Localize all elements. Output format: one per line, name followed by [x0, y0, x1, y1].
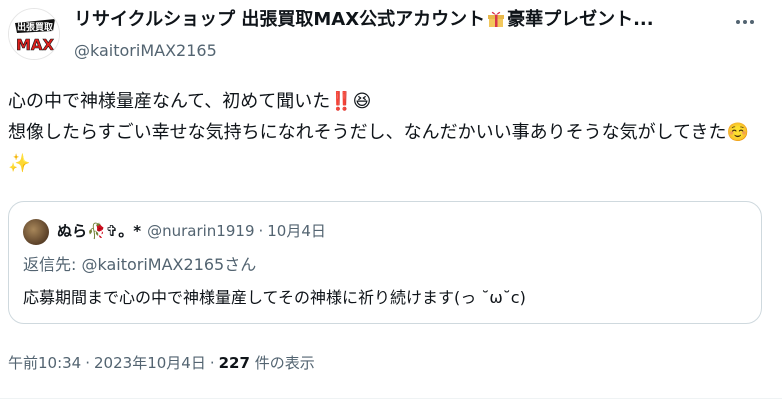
quote-handle[interactable]: @nurarin1919	[147, 222, 254, 240]
footer-separator: ·	[85, 354, 91, 372]
author-avatar[interactable]: 出張買取 MAX	[8, 8, 60, 60]
divider	[0, 398, 782, 399]
avatar-text: 出張買取	[17, 21, 54, 33]
gift-icon	[486, 8, 506, 35]
quote-separator: ·	[258, 222, 264, 240]
quote-header: ぬら🥀✞。* @nurarin1919 · 10月4日	[57, 219, 326, 243]
max-logo: 出張買取 MAX	[9, 9, 59, 59]
more-dot	[736, 20, 740, 24]
author-handle[interactable]: @kaitoriMAX2165	[74, 40, 714, 62]
tweet-date[interactable]: 2023年10月4日	[94, 354, 206, 372]
tweet-text: 心の中で神様量産なんて、初めて聞いた‼️😆 想像したらすごい幸せな気持ちになれそ…	[8, 91, 749, 174]
quote-text: 応募期間まで心の中で神様量産してその神様に祈り続けます(っ ˘ω˘c)	[23, 288, 526, 307]
quote-avatar[interactable]	[23, 219, 49, 245]
views-count: 227	[218, 354, 250, 372]
reply-suffix: さん	[224, 255, 257, 274]
quote-reply-to: 返信先: @kaitoriMAX2165さん	[23, 253, 256, 277]
more-dot	[743, 20, 747, 24]
tweet-time[interactable]: 午前10:34	[8, 354, 81, 372]
reply-mention[interactable]: @kaitoriMAX2165	[81, 255, 224, 274]
display-name-part2: 豪華プレゼント...	[507, 9, 654, 30]
more-icon[interactable]	[730, 10, 760, 34]
avatar-logo-text: MAX	[16, 36, 55, 54]
quote-date[interactable]: 10月4日	[267, 222, 326, 240]
quoted-tweet[interactable]: ぬら🥀✞。* @nurarin1919 · 10月4日 返信先: @kaitoriMA…	[8, 201, 762, 324]
author-block: リサイクルショップ 出張買取MAX公式アカウント 豪華プレゼント... @kait…	[74, 8, 714, 62]
display-name-part1: リサイクルショップ 出張買取MAX公式アカウント	[74, 9, 486, 30]
views-label: 件の表示	[249, 354, 315, 372]
tweet-footer: 午前10:34 · 2023年10月4日 · 227 件の表示	[8, 352, 315, 374]
author-display-name[interactable]: リサイクルショップ 出張買取MAX公式アカウント 豪華プレゼント...	[74, 8, 714, 35]
reply-prefix: 返信先:	[23, 255, 82, 274]
more-dot	[750, 20, 754, 24]
quote-display-name[interactable]: ぬら🥀✞。*	[57, 222, 141, 240]
footer-separator: ·	[209, 354, 215, 372]
